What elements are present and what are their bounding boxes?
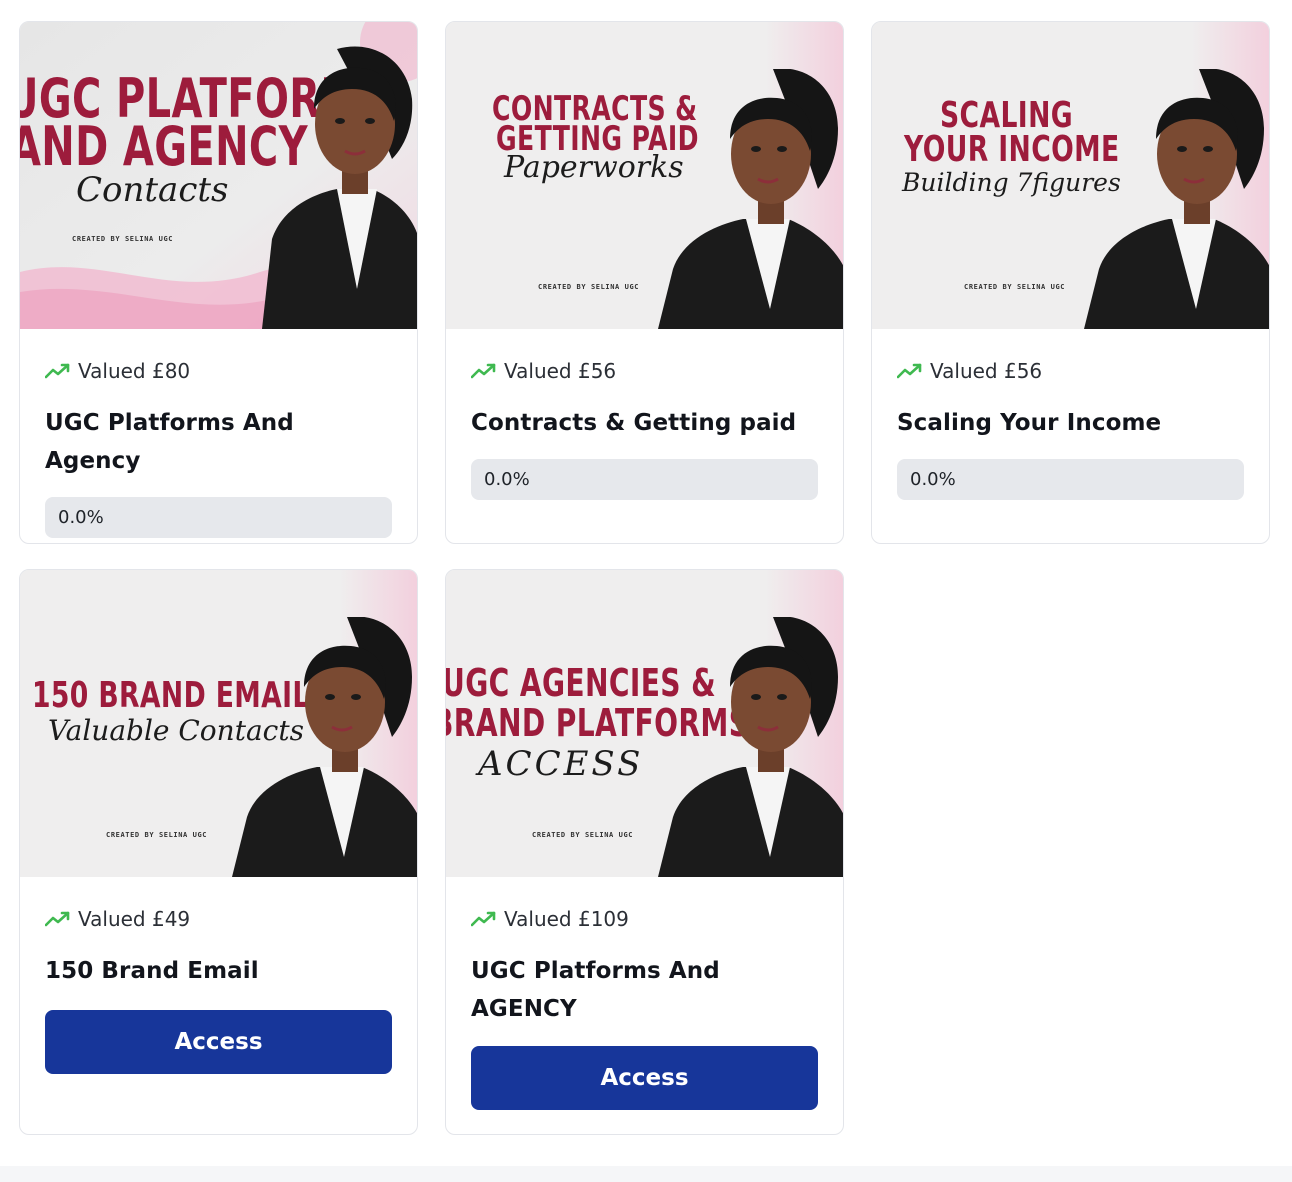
trending-up-icon	[897, 363, 922, 379]
presenter-image	[658, 69, 843, 329]
course-thumbnail[interactable]: SCALING YOUR INCOME Building 7figures CR…	[872, 22, 1269, 329]
course-card[interactable]: UGC PLATFORMS AND AGENCY Contacts CREATE…	[19, 21, 418, 544]
thumbnail-script: Paperworks	[504, 150, 684, 185]
course-card[interactable]: UGC AGENCIES & BRAND PLATFORMS ACCESS CR…	[445, 569, 844, 1135]
thumbnail-credit: CREATED BY SELINA UGC	[72, 235, 174, 243]
progress-label: 0.0%	[58, 507, 104, 528]
course-thumbnail[interactable]: CONTRACTS & GETTING PAID Paperworks CREA…	[446, 22, 843, 329]
valued-text: Valued £109	[504, 907, 629, 931]
course-title[interactable]: Contracts & Getting paid	[471, 404, 818, 442]
progress-bar: 0.0%	[45, 497, 392, 538]
valued-indicator: Valued £49	[45, 905, 392, 933]
progress-label: 0.0%	[910, 469, 956, 490]
thumbnail-script: Contacts	[76, 170, 229, 210]
progress-bar: 0.0%	[471, 459, 818, 500]
course-card[interactable]: SCALING YOUR INCOME Building 7figures CR…	[871, 21, 1270, 544]
presenter-image	[262, 46, 417, 329]
thumbnail-credit: CREATED BY SELINA UGC	[964, 283, 1066, 291]
valued-text: Valued £49	[78, 907, 191, 931]
valued-indicator: Valued £80	[45, 357, 392, 385]
thumbnail-script: ACCESS	[478, 744, 644, 784]
course-card[interactable]: CONTRACTS & GETTING PAID Paperworks CREA…	[445, 21, 844, 544]
course-thumbnail[interactable]: UGC PLATFORMS AND AGENCY Contacts CREATE…	[20, 22, 417, 329]
presenter-image	[1084, 69, 1269, 329]
trending-up-icon	[45, 911, 70, 927]
course-title[interactable]: Scaling Your Income	[897, 404, 1244, 442]
valued-indicator: Valued £109	[471, 905, 818, 933]
thumbnail-credit: CREATED BY SELINA UGC	[106, 831, 208, 839]
course-card[interactable]: 150 BRAND EMAIL Valuable Contacts CREATE…	[19, 569, 418, 1135]
thumbnail-credit: CREATED BY SELINA UGC	[532, 831, 634, 839]
valued-text: Valued £80	[78, 359, 191, 383]
valued-indicator: Valued £56	[471, 357, 818, 385]
progress-bar: 0.0%	[897, 459, 1244, 500]
trending-up-icon	[45, 363, 70, 379]
course-thumbnail[interactable]: 150 BRAND EMAIL Valuable Contacts CREATE…	[20, 570, 417, 877]
access-button[interactable]: Access	[471, 1046, 818, 1110]
access-button[interactable]: Access	[45, 1010, 392, 1074]
valued-indicator: Valued £56	[897, 357, 1244, 385]
course-title[interactable]: UGC Platforms And Agency	[45, 404, 392, 480]
valued-text: Valued £56	[504, 359, 617, 383]
progress-label: 0.0%	[484, 469, 530, 490]
thumbnail-credit: CREATED BY SELINA UGC	[538, 283, 640, 291]
course-title[interactable]: 150 Brand Email	[45, 952, 392, 990]
trending-up-icon	[471, 911, 496, 927]
presenter-image	[232, 617, 417, 877]
valued-text: Valued £56	[930, 359, 1043, 383]
page-footer-edge	[0, 1166, 1292, 1182]
presenter-image	[658, 617, 843, 877]
course-thumbnail[interactable]: UGC AGENCIES & BRAND PLATFORMS ACCESS CR…	[446, 570, 843, 877]
trending-up-icon	[471, 363, 496, 379]
course-title[interactable]: UGC Platforms And AGENCY	[471, 952, 771, 1028]
